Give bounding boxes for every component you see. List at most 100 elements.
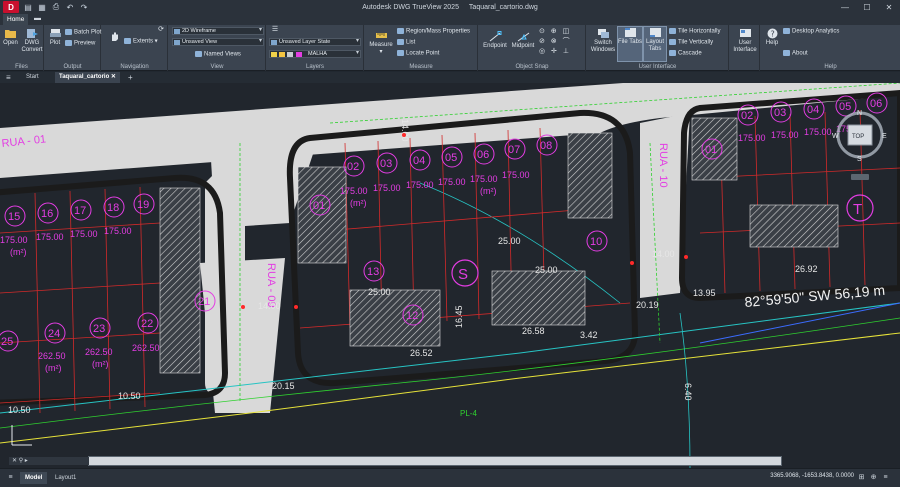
customization-icon[interactable]: ≡ xyxy=(881,474,890,482)
file-tab-document[interactable]: Taquaral_cartorio ✕ xyxy=(55,72,120,83)
area-label: 175.00 xyxy=(104,226,132,236)
plot-label: Plot xyxy=(49,40,61,46)
tile-vertically-button[interactable]: Tile Vertically xyxy=(669,39,713,47)
viewcube-south[interactable]: S xyxy=(857,156,862,163)
area-label: 175.00 xyxy=(438,177,466,187)
command-line-controls[interactable]: ✕ ⚲ ▸ xyxy=(9,457,89,465)
locate-point-button[interactable]: Locate Point xyxy=(397,50,439,58)
midpoint-button[interactable]: Midpoint xyxy=(509,31,537,50)
symbol-s: S xyxy=(458,266,468,283)
lot-num-18: 18 xyxy=(107,202,119,214)
endpoint-button[interactable]: Endpoint xyxy=(481,31,509,50)
layer-state-dropdown[interactable]: Unsaved Layer State xyxy=(269,38,361,46)
app-logo[interactable]: D xyxy=(3,1,19,13)
extents-button[interactable]: Extents ▾ xyxy=(124,38,158,46)
tile-horizontally-button[interactable]: Tile Horizontally xyxy=(669,28,720,36)
close-icon[interactable]: ✕ xyxy=(878,0,900,14)
area-label: 262.50 xyxy=(85,347,113,357)
list-button[interactable]: List xyxy=(397,39,415,47)
panel-view: 2D Wireframe Unsaved View Named Views Vi… xyxy=(169,25,266,71)
lot-num-22: 22 xyxy=(141,318,153,330)
viewcube-west[interactable]: W xyxy=(832,133,839,140)
tab-model[interactable]: Model xyxy=(20,472,48,484)
dim-label: 25.00 xyxy=(368,287,391,297)
print-icon[interactable]: ⎙ xyxy=(51,2,61,12)
named-views-button[interactable]: Named Views xyxy=(195,51,241,59)
command-line[interactable]: ✕ ⚲ ▸ xyxy=(9,456,782,466)
extents-icon xyxy=(124,38,131,44)
layout-tabs-icon xyxy=(649,28,661,37)
tile-vertically-label: Tile Vertically xyxy=(678,39,714,46)
layout-tabs-toggle[interactable]: Layout Tabs xyxy=(643,26,667,62)
zoom-icon[interactable]: ⊕ xyxy=(869,474,878,482)
wcs-menu[interactable] xyxy=(851,174,869,180)
desktop-analytics-button[interactable]: Desktop Analytics xyxy=(783,28,839,36)
area-label: 262.50 xyxy=(132,343,160,353)
cad-drawing[interactable]: RUA - 01 RUA - 09 RUA - 10 15 16 17 18 1… xyxy=(0,83,900,468)
preview-button[interactable]: Preview xyxy=(65,40,95,48)
panel-files-title: Files xyxy=(15,64,28,70)
undo-icon[interactable]: ↶ xyxy=(65,2,75,12)
saved-view-dropdown[interactable]: Unsaved View xyxy=(172,38,264,46)
ruler-icon xyxy=(375,33,387,38)
dim-label: 16.45 xyxy=(454,305,464,328)
add-tab-button[interactable]: + xyxy=(124,72,137,83)
menu-icon[interactable]: ≡ xyxy=(2,72,15,83)
area-label: 175.00 xyxy=(738,133,766,143)
viewcube-east[interactable]: E xyxy=(882,133,887,140)
visual-style-value: 2D Wireframe xyxy=(182,28,216,34)
viewcube-top[interactable]: TOP xyxy=(852,134,864,140)
dim-label: 10.50 xyxy=(8,405,31,415)
measure-label: Measure xyxy=(369,42,393,48)
lot-num-25: 25 xyxy=(1,336,13,348)
layer-properties-icon[interactable]: ☰ xyxy=(271,26,279,34)
switch-windows-button[interactable]: Switch Windows xyxy=(589,28,617,53)
dim-label: 25.00 xyxy=(498,236,521,246)
area-label: 175.00 xyxy=(70,229,98,239)
layout-list-icon[interactable]: ≡ xyxy=(6,474,15,482)
viewcube[interactable]: TOP N S E W xyxy=(832,110,887,180)
tab-layout1[interactable]: Layout1 xyxy=(50,472,81,484)
layer-lock-icon xyxy=(287,52,293,57)
ribbon-toggle-icon[interactable]: ▬ xyxy=(34,15,41,22)
open-button[interactable]: Open xyxy=(2,28,19,47)
cascade-icon xyxy=(669,50,676,56)
batch-plot-button[interactable]: Batch Plot xyxy=(65,29,101,37)
file-tabs-toggle[interactable]: File Tabs xyxy=(617,26,643,62)
tab-home[interactable]: Home xyxy=(3,14,29,25)
region-mass-button[interactable]: Region/Mass Properties xyxy=(397,28,470,36)
redo-icon[interactable]: ↷ xyxy=(79,2,89,12)
help-button[interactable]: ? Help xyxy=(763,28,781,47)
pan-button[interactable] xyxy=(106,31,122,43)
viewcube-north[interactable]: N xyxy=(857,110,862,117)
maximize-icon[interactable]: ☐ xyxy=(856,0,878,14)
user-interface-icon xyxy=(739,29,751,37)
open-file-icon[interactable]: ▤ xyxy=(23,2,33,12)
tab-close-icon[interactable]: ✕ xyxy=(111,74,116,80)
lot-num: 05 xyxy=(839,101,851,113)
save-icon[interactable]: ▦ xyxy=(37,2,47,12)
cascade-button[interactable]: Cascade xyxy=(669,50,702,58)
dim-label: 25.00 xyxy=(535,265,558,275)
command-input[interactable] xyxy=(99,457,769,465)
endpoint-icon xyxy=(489,31,501,42)
layer-dropdown[interactable]: MALHA xyxy=(269,50,361,58)
file-tab-start[interactable]: Start xyxy=(22,72,43,83)
minimize-icon[interactable]: — xyxy=(834,0,856,14)
visual-style-dropdown[interactable]: 2D Wireframe xyxy=(172,27,264,35)
snap-icons-grid[interactable]: ⊙ ⊕ ◫ ⊘ ⊗ ⌒ ◎ ✛ ⊥ xyxy=(539,27,585,57)
user-interface-button[interactable]: User Interface xyxy=(732,28,758,53)
lot-num-21: 21 xyxy=(198,296,210,308)
area-label: 175.00 xyxy=(470,174,498,184)
measure-button[interactable]: Measure ▾ xyxy=(367,30,395,55)
plot-button[interactable]: Plot xyxy=(47,28,63,47)
dwg-convert-button[interactable]: DWG Convert xyxy=(21,28,43,53)
snap-mode-icon[interactable]: ⊞ xyxy=(857,474,866,482)
panel-measure-title: Measure xyxy=(409,64,433,70)
region-mass-label: Region/Mass Properties xyxy=(406,28,471,35)
pl-label: PL-4 xyxy=(460,409,477,418)
about-button[interactable]: About xyxy=(783,50,808,58)
orbit-icon[interactable]: ⟳ xyxy=(157,26,165,34)
lot-num: 01 xyxy=(705,144,717,156)
drawing-canvas[interactable]: RUA - 01 RUA - 09 RUA - 10 15 16 17 18 1… xyxy=(0,83,900,468)
